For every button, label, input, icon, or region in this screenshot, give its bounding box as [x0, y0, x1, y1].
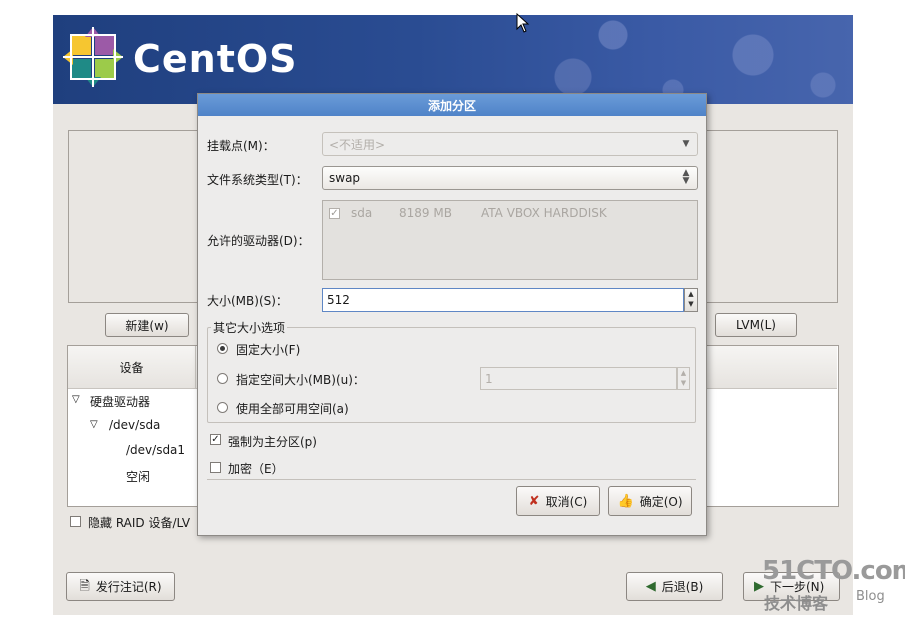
watermark-sub: 技术博客: [764, 594, 829, 613]
expander-icon[interactable]: ▽: [72, 394, 80, 405]
drives-list[interactable]: ✓ sda 8189 MB ATA VBOX HARDDISK: [322, 200, 698, 280]
upto-size-input[interactable]: 1: [480, 367, 677, 390]
ok-label: 确定(O): [639, 494, 683, 509]
force-primary-label: 强制为主分区(p): [228, 435, 317, 449]
column-header-device[interactable]: 设备: [68, 346, 196, 389]
expander-icon[interactable]: ▽: [90, 419, 98, 430]
document-icon: 🗎: [79, 579, 90, 594]
fs-type-label: 文件系统类型(T)：: [207, 173, 308, 187]
size-spinner[interactable]: ▲ ▼: [684, 288, 698, 312]
centos-banner: CentOS: [53, 15, 853, 104]
encrypt-checkbox[interactable]: [210, 462, 221, 473]
fill-space-radio[interactable]: [217, 402, 228, 413]
size-options-title: 其它大小选项: [211, 319, 288, 336]
drive-size: 8189 MB: [399, 206, 452, 220]
cancel-label: 取消(C): [545, 494, 588, 509]
size-input[interactable]: 512: [322, 288, 684, 312]
watermark-site: 51CTO.com: [762, 556, 905, 586]
fs-type-combo[interactable]: swap ▲ ▼: [322, 166, 698, 190]
brand-name: CentOS: [133, 37, 298, 81]
arrow-left-icon: ◀: [645, 579, 656, 594]
drive-checkbox[interactable]: ✓: [329, 208, 340, 219]
fixed-size-radio[interactable]: [217, 343, 228, 354]
tree-row-sda[interactable]: /dev/sda: [109, 418, 160, 432]
allowed-drives-label: 允许的驱动器(D)：: [207, 234, 310, 248]
force-primary-checkbox[interactable]: ✓: [210, 434, 221, 445]
add-partition-dialog: 添加分区 挂载点(M)： <不适用> ▼ 文件系统类型(T)： swap ▲ ▼ …: [197, 93, 707, 536]
updown-icon: ▲ ▼: [682, 168, 690, 186]
back-label: 后退(B): [661, 580, 704, 594]
mount-point-value: <不适用>: [329, 137, 386, 152]
fill-space-label: 使用全部可用空间(a): [236, 402, 349, 416]
hide-raid-label: 隐藏 RAID 设备/LV: [88, 516, 191, 530]
upto-size-spinner[interactable]: ▲ ▼: [677, 367, 690, 390]
tree-row-sda1[interactable]: /dev/sda1: [126, 443, 185, 457]
thumbs-up-icon: 👍: [617, 493, 634, 509]
size-label: 大小(MB)(S)：: [207, 294, 288, 308]
hide-raid-checkbox[interactable]: [70, 516, 81, 527]
size-value: 512: [327, 293, 350, 307]
lvm-button[interactable]: LVM(L): [715, 313, 797, 337]
chevron-down-icon: ▼: [682, 139, 690, 149]
centos-logo-icon: [63, 27, 123, 87]
drive-name: sda: [351, 206, 373, 220]
cross-icon: ✘: [528, 493, 540, 509]
upto-size-value: 1: [485, 371, 493, 386]
column-header-device-label: 设备: [119, 360, 144, 375]
cancel-button[interactable]: ✘ 取消(C): [516, 486, 600, 516]
mouse-pointer-icon: [516, 13, 530, 33]
dialog-separator: [207, 479, 696, 480]
release-notes-label: 发行注记(R): [95, 580, 162, 594]
back-button[interactable]: ◀ 后退(B): [626, 572, 723, 601]
dialog-title: 添加分区: [198, 94, 706, 116]
new-partition-label: 新建(w): [125, 318, 169, 333]
release-notes-button[interactable]: 🗎 发行注记(R): [66, 572, 175, 601]
lvm-label: LVM(L): [736, 318, 776, 332]
ok-button[interactable]: 👍 确定(O): [608, 486, 692, 516]
tree-row-disk[interactable]: 硬盘驱动器: [90, 393, 150, 410]
tree-row-free[interactable]: 空闲: [126, 468, 150, 485]
drive-model: ATA VBOX HARDDISK: [481, 206, 607, 220]
new-partition-button[interactable]: 新建(w): [105, 313, 189, 337]
fs-type-value: swap: [329, 171, 361, 185]
upto-size-label: 指定空间大小(MB)(u)：: [236, 373, 365, 387]
upto-size-radio[interactable]: [217, 373, 228, 384]
watermark-blog: Blog: [856, 589, 885, 604]
fixed-size-label: 固定大小(F): [236, 343, 301, 357]
mount-point-combo[interactable]: <不适用> ▼: [322, 132, 698, 156]
encrypt-label: 加密（E）: [228, 462, 284, 476]
mount-point-label: 挂载点(M)：: [207, 139, 275, 153]
